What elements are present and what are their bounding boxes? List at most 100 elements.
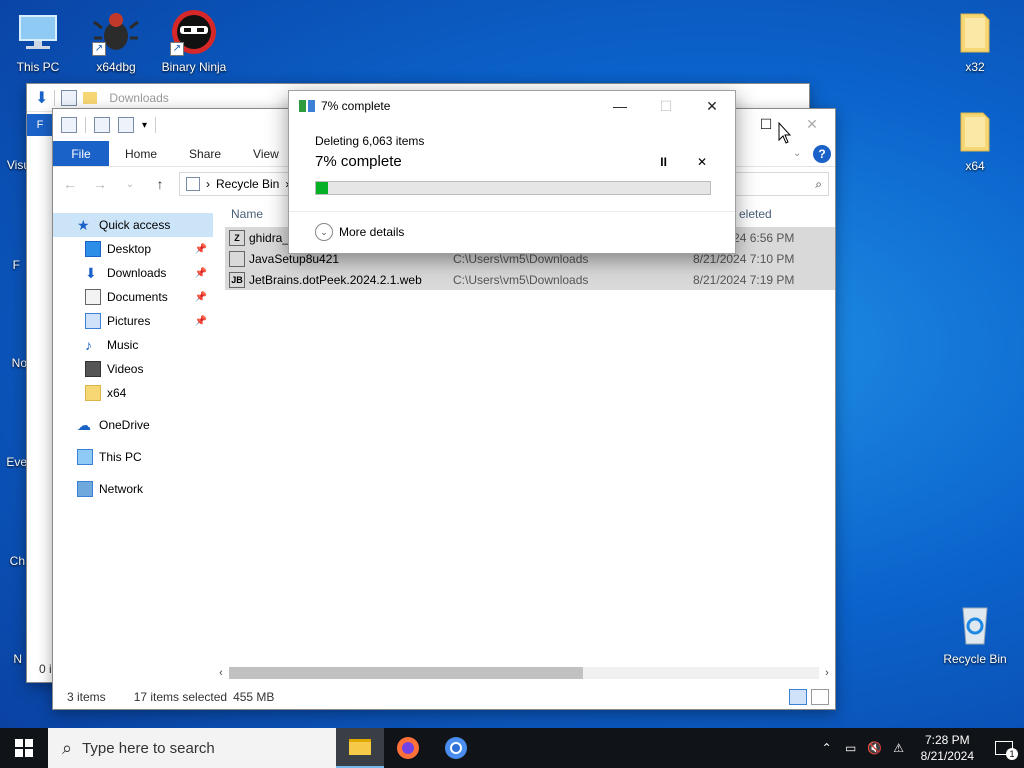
nav-item-pictures[interactable]: Pictures 📌 xyxy=(53,309,213,333)
nav-item-desktop[interactable]: Desktop 📌 xyxy=(53,237,213,261)
separator xyxy=(85,117,86,133)
up-arrow-icon[interactable]: ↑ xyxy=(149,176,171,192)
desktop-icon-x64dbg[interactable]: ↗ x64dbg xyxy=(80,8,152,74)
desktop-icon-partial[interactable]: No xyxy=(0,356,27,370)
properties-icon[interactable] xyxy=(94,117,110,133)
pin-icon: 📌 xyxy=(194,267,207,279)
chevron-down-icon[interactable]: ▾ xyxy=(142,120,147,131)
status-size: 455 MB xyxy=(233,690,275,704)
tab-view[interactable]: View xyxy=(237,141,295,166)
status-bar: 3 items 17 items selected 455 MB xyxy=(53,685,835,709)
search-input[interactable]: ⌕ xyxy=(733,172,829,196)
desktop-icon-binary-ninja[interactable]: ↗ Binary Ninja xyxy=(158,8,230,74)
desktop-icon xyxy=(85,241,101,257)
properties-icon[interactable] xyxy=(61,89,78,106)
network-icon[interactable]: ▭ xyxy=(839,741,863,755)
folder-icon xyxy=(951,8,999,56)
details-view-icon[interactable] xyxy=(789,689,807,705)
notification-icon: 1 xyxy=(995,741,1018,760)
documents-icon xyxy=(85,289,101,305)
desktop-icon-x64-folder[interactable]: x64 xyxy=(939,107,1011,173)
desktop-icon-partial[interactable]: Ch xyxy=(0,554,25,568)
nav-item-x64[interactable]: x64 xyxy=(53,381,213,405)
clock[interactable]: 7:28 PM 8/21/2024 xyxy=(911,732,984,764)
recycle-bin-icon xyxy=(61,117,77,133)
help-icon[interactable]: ? xyxy=(813,145,831,163)
close-button[interactable]: ✕ xyxy=(789,109,835,139)
date-deleted-cell: 8/21/2024 7:19 PM xyxy=(693,272,795,287)
notification-count: 1 xyxy=(1006,748,1018,760)
taskbar-firefox[interactable] xyxy=(384,728,432,768)
recent-locations-chevron-icon[interactable]: ⌄ xyxy=(119,179,141,190)
nav-network[interactable]: Network xyxy=(53,477,213,501)
more-details-label: More details xyxy=(339,225,405,239)
notification-center-button[interactable]: 1 xyxy=(984,728,1024,768)
tab-file[interactable]: F xyxy=(27,114,53,136)
forward-arrow-icon[interactable]: → xyxy=(89,176,111,192)
view-buttons xyxy=(789,689,829,705)
nav-label: Downloads xyxy=(107,266,167,280)
scroll-track[interactable] xyxy=(229,667,819,679)
chevron-down-icon: ⌄ xyxy=(315,223,333,241)
start-button[interactable] xyxy=(0,728,48,768)
file-icon xyxy=(229,250,245,267)
nav-item-music[interactable]: ♪ Music xyxy=(53,333,213,357)
folder-icon xyxy=(349,739,371,755)
tab-share[interactable]: Share xyxy=(173,141,237,166)
back-arrow-icon[interactable]: ← xyxy=(59,176,81,192)
nav-label: This PC xyxy=(99,450,142,464)
close-button[interactable]: ✕ xyxy=(689,91,735,121)
large-icons-view-icon[interactable] xyxy=(811,689,829,705)
taskbar-search-box[interactable]: ⌕ Type here to search xyxy=(48,728,336,768)
desktop-icon-label: Recycle Bin xyxy=(943,652,1007,666)
more-details-toggle[interactable]: ⌄ More details xyxy=(315,223,404,241)
original-location-cell: C:\Users\vm5\Downloads xyxy=(453,272,589,287)
action-center-warning-icon[interactable]: ⚠ xyxy=(887,741,911,755)
nav-item-downloads[interactable]: ⬇ Downloads 📌 xyxy=(53,261,213,285)
pin-icon: 📌 xyxy=(194,315,207,327)
tab-home[interactable]: Home xyxy=(109,141,173,166)
expand-ribbon-icon[interactable]: ⌄ xyxy=(793,141,813,166)
nav-item-documents[interactable]: Documents 📌 xyxy=(53,285,213,309)
nav-label: Documents xyxy=(107,290,168,304)
chevron-up-icon[interactable]: ⌃ xyxy=(815,741,839,755)
operation-description: Deleting 6,063 items xyxy=(315,134,425,148)
monitor-icon xyxy=(14,8,62,56)
file-name-cell[interactable]: JB JetBrains.dotPeek.2024.2.1.web xyxy=(225,271,453,288)
breadcrumb-chevron-icon: › xyxy=(206,177,210,191)
scroll-right-icon[interactable]: › xyxy=(819,667,835,679)
desktop-icon-this-pc[interactable]: This PC xyxy=(2,8,74,74)
divider xyxy=(289,211,735,212)
progress-bar xyxy=(315,181,711,195)
scroll-thumb[interactable] xyxy=(229,667,583,679)
pause-button[interactable]: II xyxy=(660,155,667,169)
mouse-cursor-icon xyxy=(778,122,792,144)
desktop-icon-partial[interactable]: N xyxy=(0,652,22,666)
desktop-icon-recycle-bin[interactable]: Recycle Bin xyxy=(939,600,1011,666)
desktop-icon-x32-folder[interactable]: x32 xyxy=(939,8,1011,74)
desktop-icon-partial[interactable]: F xyxy=(0,258,20,272)
nav-label: Music xyxy=(107,338,139,352)
bug-icon: ↗ xyxy=(92,8,140,56)
cancel-button[interactable]: ✕ xyxy=(697,155,707,169)
breadcrumb-recycle-bin[interactable]: Recycle Bin xyxy=(216,177,279,191)
folder-icon xyxy=(951,107,999,155)
delete-progress-dialog[interactable]: 7% complete — ☐ ✕ Deleting 6,063 items 7… xyxy=(288,90,736,254)
taskbar-chromium[interactable] xyxy=(432,728,480,768)
nav-onedrive[interactable]: ☁ OneDrive xyxy=(53,413,213,437)
new-folder-icon[interactable] xyxy=(118,117,134,133)
volume-muted-icon[interactable]: 🔇 xyxy=(863,741,887,755)
nav-quick-access[interactable]: ★ Quick access xyxy=(53,213,213,237)
nav-item-videos[interactable]: Videos xyxy=(53,357,213,381)
horizontal-scrollbar[interactable]: ‹ › xyxy=(213,665,835,681)
tab-file[interactable]: File xyxy=(53,141,109,166)
minimize-button[interactable]: — xyxy=(597,91,643,121)
window-title: Downloads xyxy=(109,90,169,105)
desktop-icon-partial[interactable]: Eve xyxy=(0,455,27,469)
status-item-count: 0 i xyxy=(39,662,52,676)
separator xyxy=(155,117,157,133)
table-row[interactable]: JB JetBrains.dotPeek.2024.2.1.web C:\Users… xyxy=(225,269,835,290)
scroll-left-icon[interactable]: ‹ xyxy=(213,667,229,679)
nav-this-pc[interactable]: This PC xyxy=(53,445,213,469)
taskbar-file-explorer[interactable] xyxy=(336,728,384,768)
